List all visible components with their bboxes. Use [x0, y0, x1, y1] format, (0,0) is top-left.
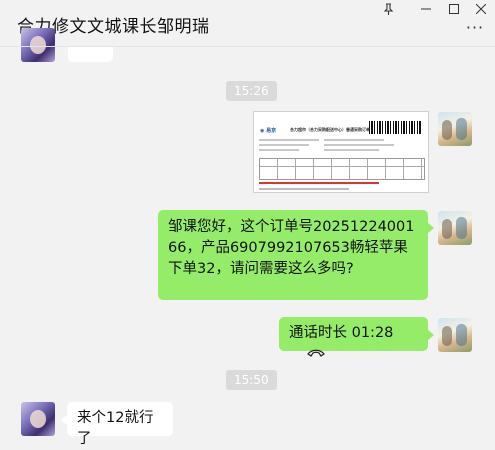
contact-avatar-top[interactable]: [21, 28, 55, 62]
reply-text: 来个12就行了: [77, 410, 154, 447]
doc-line: [259, 144, 309, 146]
document-heading: 合力超市（合力采购配送中心）普通采购订单: [290, 127, 370, 132]
more-icon[interactable]: ···: [462, 20, 488, 39]
doc-highlight-line: [259, 182, 379, 184]
pin-icon[interactable]: [376, 0, 400, 18]
previous-message-bubble: [68, 47, 113, 62]
self-avatar[interactable]: [438, 318, 472, 352]
timestamp: 15:50: [226, 370, 277, 390]
minimize-icon[interactable]: [414, 0, 438, 18]
doc-line: [259, 188, 349, 190]
call-record-bubble[interactable]: 通话时长 01:28: [279, 317, 434, 357]
reply-bubble[interactable]: 来个12就行了: [61, 402, 173, 447]
message-text: 邹课您好，这个订单号2025122400166，产品6907992107653畅…: [168, 219, 415, 277]
close-icon[interactable]: [469, 0, 493, 18]
barcode-icon: [369, 121, 421, 134]
doc-line: [324, 144, 394, 146]
title-divider: [0, 46, 495, 47]
order-document-image[interactable]: ◉ 易京 合力超市（合力采购配送中心）普通采购订单: [253, 111, 429, 193]
doc-line: [324, 139, 384, 141]
maximize-icon[interactable]: [442, 0, 466, 18]
timestamp: 15:26: [226, 81, 277, 101]
self-avatar[interactable]: [438, 112, 472, 146]
phone-icon: [307, 344, 325, 365]
doc-line: [259, 149, 299, 151]
call-duration-text: 通话时长 01:28: [289, 325, 394, 341]
document-table: [259, 158, 425, 180]
self-avatar[interactable]: [438, 211, 472, 245]
order-question-bubble[interactable]: 邹课您好，这个订单号2025122400166，产品6907992107653畅…: [158, 210, 434, 300]
doc-line: [259, 139, 319, 141]
doc-line: [324, 149, 379, 151]
title-bar: 合力修文文城课长邹明瑞 ···: [0, 0, 495, 47]
document-logo: ◉ 易京: [260, 128, 277, 134]
contact-avatar[interactable]: [21, 402, 55, 436]
